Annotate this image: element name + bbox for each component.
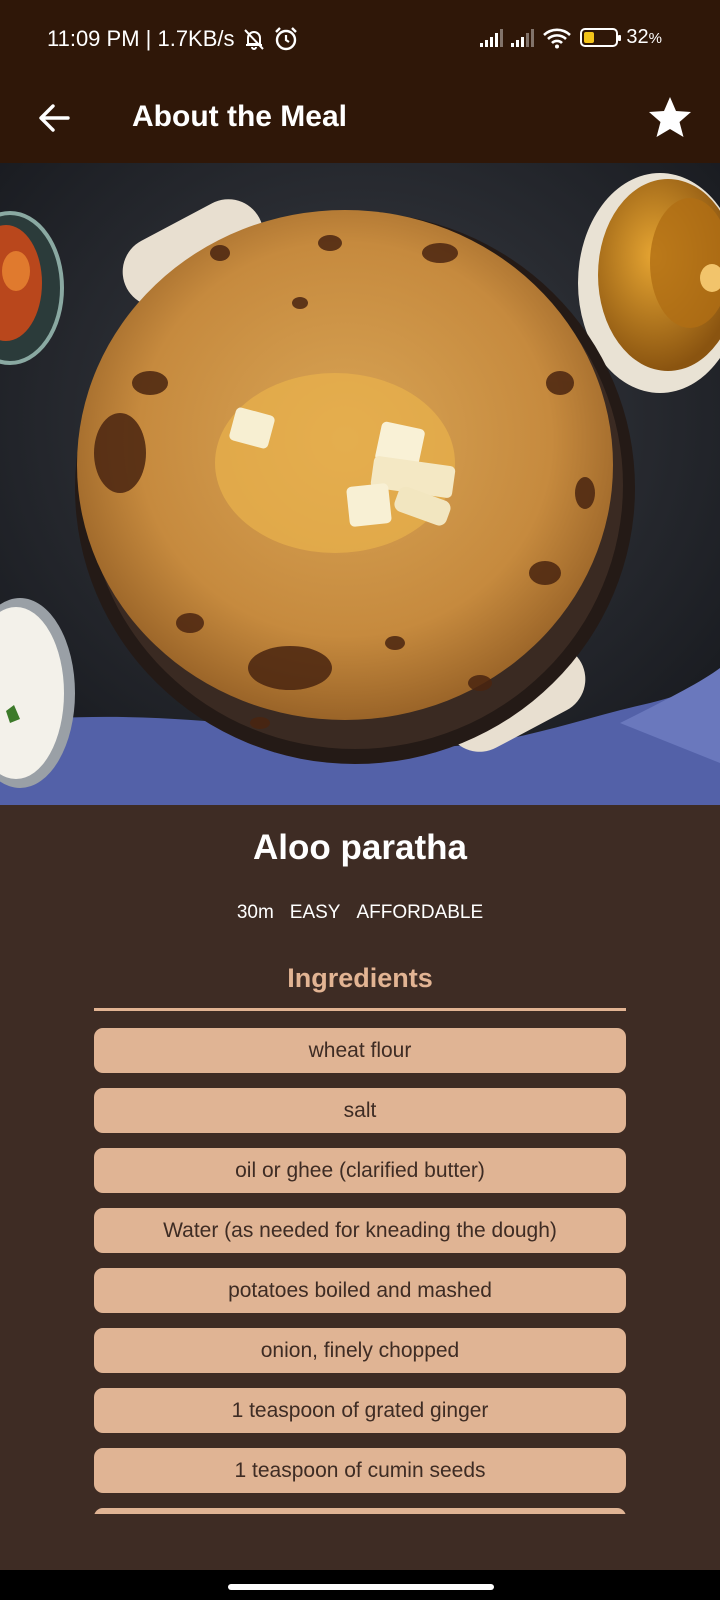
ingredient-item: oil or ghee (clarified butter) <box>94 1148 626 1193</box>
meal-name: Aloo paratha <box>253 828 467 867</box>
ingredient-item-partial <box>94 1508 626 1514</box>
battery-icon <box>580 28 622 47</box>
home-indicator[interactable] <box>228 1584 494 1590</box>
star-icon[interactable] <box>646 94 694 142</box>
meal-complexity: EASY <box>289 902 341 923</box>
meal-duration: 30m <box>236 902 274 923</box>
battery-percent: 32 <box>626 26 649 48</box>
ingredients-list[interactable]: wheat flour salt oil or ghee (clarified … <box>94 1028 626 1514</box>
meal-image <box>0 163 720 805</box>
ingredient-item: salt <box>94 1088 626 1133</box>
ingredient-item: Water (as needed for kneading the dough) <box>94 1208 626 1253</box>
wifi-icon <box>543 28 572 48</box>
page-title: About the Meal <box>132 100 347 133</box>
meal-affordability: AFFORDABLE <box>356 902 484 923</box>
status-bar: 11:09 PM | 1.7KB/s 32% <box>0 0 720 80</box>
ingredient-item: onion, finely chopped <box>94 1328 626 1373</box>
ingredient-item: 1 teaspoon of cumin seeds <box>94 1448 626 1493</box>
muted-bell-icon <box>243 29 264 50</box>
app-bar: About the Meal <box>0 80 720 163</box>
signal-icon <box>480 28 504 47</box>
ingredient-item: potatoes boiled and mashed <box>94 1268 626 1313</box>
ingredients-divider <box>94 1008 626 1011</box>
status-time: 11:09 PM | 1.7KB/s <box>47 26 235 51</box>
ingredients-title: Ingredients <box>287 963 433 993</box>
battery-unit: % <box>648 30 662 47</box>
signal-icon <box>511 28 535 47</box>
ingredient-item: wheat flour <box>94 1028 626 1073</box>
arrow-left-icon[interactable] <box>34 98 74 138</box>
meal-meta: 30m EASY AFFORDABLE <box>0 902 720 924</box>
alarm-icon <box>274 27 297 51</box>
ingredient-item: 1 teaspoon of grated ginger <box>94 1388 626 1433</box>
